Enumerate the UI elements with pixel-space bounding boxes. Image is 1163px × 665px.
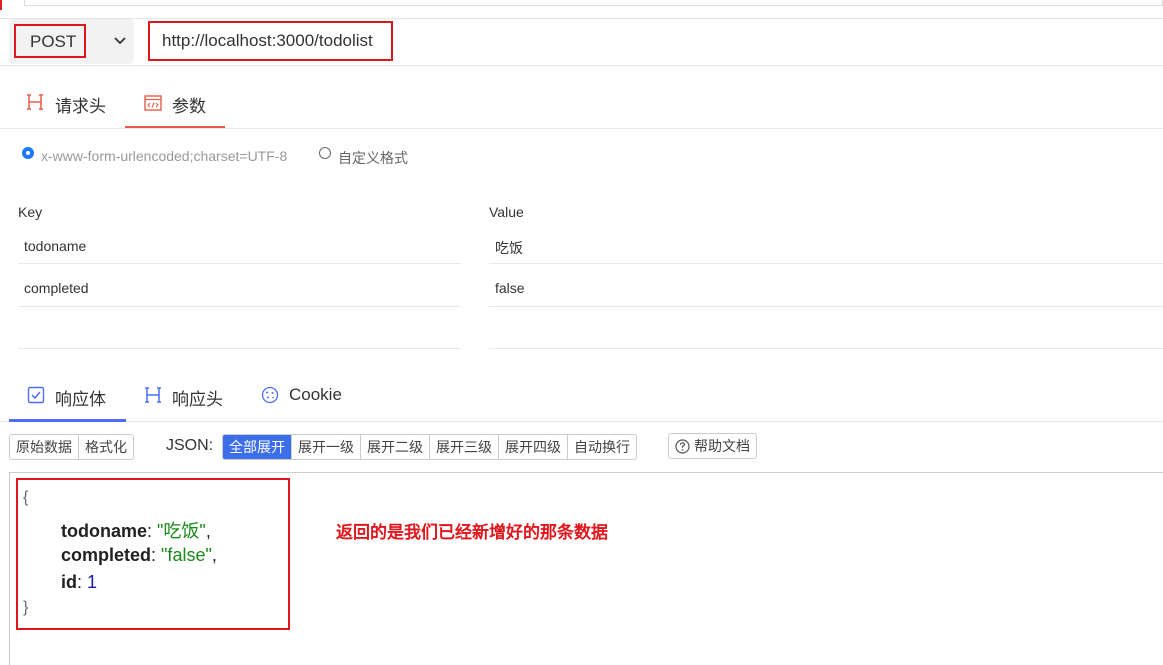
code-icon: [144, 95, 162, 111]
radio-custom-format[interactable]: [319, 147, 331, 159]
expand-level-4-button[interactable]: 展开四级: [499, 435, 568, 459]
raw-data-button[interactable]: 原始数据: [10, 435, 79, 459]
view-mode-group: 原始数据 格式化: [9, 434, 134, 460]
tabs-divider: [0, 128, 1163, 129]
row-divider: [18, 348, 461, 349]
chevron-down-icon[interactable]: [113, 33, 127, 49]
tab-response-headers[interactable]: 响应头: [172, 385, 223, 410]
key-column-header: Key: [18, 204, 43, 220]
tab-params[interactable]: 参数: [172, 92, 206, 117]
help-docs-button[interactable]: 帮助文档: [668, 433, 757, 459]
url-highlight-box: [148, 21, 393, 61]
tab-response-body[interactable]: 响应体: [55, 385, 106, 410]
annotation-text: 返回的是我们已经新增好的那条数据: [336, 523, 608, 542]
row-divider: [18, 263, 461, 264]
param-value-cell[interactable]: false: [495, 280, 525, 296]
radio-custom-format-label[interactable]: 自定义格式: [338, 148, 408, 168]
top-input-edge: [24, 0, 1163, 6]
param-key-cell[interactable]: completed: [24, 280, 89, 296]
json-label: JSON:: [166, 437, 214, 454]
help-icon: [675, 438, 690, 454]
cookie-icon: [261, 386, 279, 404]
expand-all-button[interactable]: 全部展开: [223, 435, 292, 459]
tabs-divider: [0, 421, 1163, 422]
check-square-icon: [27, 386, 45, 404]
row-divider: [489, 263, 1163, 264]
word-wrap-button[interactable]: 自动换行: [568, 435, 636, 459]
expand-level-2-button[interactable]: 展开二级: [361, 435, 430, 459]
radio-urlencoded-label[interactable]: x-www-form-urlencoded;charset=UTF-8: [41, 148, 287, 164]
response-highlight-box: [16, 478, 290, 630]
tab-request-headers[interactable]: 请求头: [55, 92, 106, 117]
param-key-empty-input[interactable]: [18, 307, 461, 347]
expand-level-3-button[interactable]: 展开三级: [430, 435, 499, 459]
top-edge-marker: [0, 0, 2, 10]
expand-level-1-button[interactable]: 展开一级: [292, 435, 361, 459]
tab-cookie[interactable]: Cookie: [289, 385, 342, 405]
method-highlight-box: [14, 24, 86, 58]
h-icon: [27, 94, 43, 110]
active-tab-indicator: [9, 419, 126, 422]
param-value-empty-input[interactable]: [489, 307, 1163, 347]
help-docs-label: 帮助文档: [694, 438, 750, 454]
param-key-cell[interactable]: todoname: [24, 238, 86, 254]
value-column-header: Value: [489, 204, 524, 220]
param-value-cell[interactable]: 吃饭: [495, 238, 523, 258]
row-divider: [489, 348, 1163, 349]
h-icon: [145, 387, 161, 403]
active-tab-indicator: [125, 126, 225, 128]
format-button[interactable]: 格式化: [79, 435, 133, 459]
expand-level-group: 全部展开 展开一级 展开二级 展开三级 展开四级 自动换行: [222, 434, 637, 460]
radio-urlencoded[interactable]: [22, 147, 34, 159]
